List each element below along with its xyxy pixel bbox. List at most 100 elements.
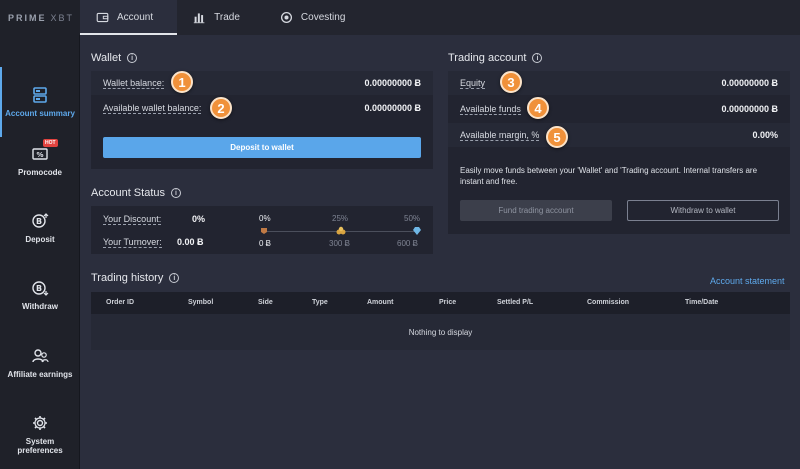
history-table-header: Order ID Symbol Side Type Amount Price S… (91, 292, 790, 314)
tier-pct-0: 0% (259, 214, 271, 223)
deposit-icon: B (32, 213, 49, 228)
history-table-empty: Nothing to display (91, 314, 790, 350)
tier-amount-0: 0 Ƀ (259, 239, 272, 248)
svg-text:B: B (36, 217, 42, 226)
logo-subtext: XBT (50, 12, 75, 23)
tab-account-label: Account (117, 12, 154, 23)
trading-history-title: Trading history i (91, 272, 180, 284)
sidebar-item-label: Promocode (17, 168, 62, 177)
withdraw-to-wallet-button[interactable]: Withdraw to wallet (627, 200, 779, 221)
deposit-to-wallet-button[interactable]: Deposit to wallet (103, 137, 421, 158)
trading-account-panel: Equity 0.00000000 Ƀ Available funds 0.00… (448, 71, 790, 234)
promocode-icon: % (32, 148, 48, 160)
available-margin-label[interactable]: Available margin, % (460, 130, 540, 141)
account-status-panel: Your Discount: 0% Your Turnover: 0.00 Ƀ … (91, 206, 433, 254)
equity-value: 0.00000000 Ƀ (721, 78, 778, 88)
empty-state-text: Nothing to display (408, 327, 473, 337)
available-margin-value: 0.00% (752, 130, 778, 140)
sidebar: Account summary % HOT Promocode B Deposi… (0, 35, 80, 469)
available-wallet-balance-row: Available wallet balance: 0.00000000 Ƀ (91, 96, 433, 120)
gold-tier-icon (336, 226, 346, 235)
bar-chart-icon (193, 13, 205, 24)
tab-covesting[interactable]: Covesting (264, 0, 369, 35)
available-funds-value: 0.00000000 Ƀ (721, 104, 778, 114)
bronze-tier-icon (261, 228, 267, 234)
account-status-title-text: Account Status (91, 187, 165, 199)
tab-covesting-label: Covesting (300, 12, 346, 23)
sidebar-item-affiliate-earnings[interactable]: Affiliate earnings (0, 335, 80, 391)
account-status-title: Account Status i (91, 187, 181, 199)
wallet-title-text: Wallet (91, 52, 122, 64)
available-funds-row: Available funds 0.00000000 Ƀ (448, 97, 790, 121)
tier-pct-2: 50% (404, 214, 421, 223)
discount-label[interactable]: Your Discount: (103, 214, 162, 225)
turnover-label[interactable]: Your Turnover: (103, 237, 162, 248)
account-statement-link[interactable]: Account statement (710, 276, 785, 286)
sidebar-item-label: Deposit (25, 235, 55, 244)
wallet-icon (96, 12, 109, 23)
fund-trading-account-button[interactable]: Fund trading account (460, 200, 612, 221)
sidebar-item-deposit[interactable]: B Deposit (0, 200, 80, 256)
column-commission[interactable]: Commission (587, 299, 629, 306)
column-time-date[interactable]: Time/Date (685, 299, 718, 306)
trading-history-title-text: Trading history (91, 272, 164, 284)
sidebar-item-account-summary[interactable]: Account summary (0, 67, 80, 137)
sidebar-item-withdraw[interactable]: B Withdraw (0, 267, 80, 323)
column-symbol[interactable]: Symbol (188, 299, 213, 306)
trading-account-title-text: Trading account (448, 52, 527, 64)
covesting-icon (280, 11, 292, 24)
column-price[interactable]: Price (439, 299, 456, 306)
discount-value: 0% (192, 214, 206, 224)
sidebar-item-label: System preferences (17, 436, 63, 455)
sidebar-item-label: Withdraw (22, 302, 58, 311)
marker-4: 4 (527, 97, 549, 119)
sidebar-item-label: Account summary (5, 109, 75, 118)
turnover-value: 0.00 Ƀ (177, 237, 204, 247)
gear-icon (33, 415, 47, 430)
svg-text:%: % (36, 151, 43, 159)
sidebar-item-system-preferences[interactable]: System preferences (0, 399, 80, 469)
column-side[interactable]: Side (258, 299, 273, 306)
tab-account[interactable]: Account (80, 0, 178, 35)
available-wallet-balance-value: 0.00000000 Ƀ (364, 103, 421, 113)
column-settled-pl[interactable]: Settled P/L (497, 299, 533, 306)
tier-pct-1: 25% (332, 214, 349, 223)
available-margin-row: Available margin, % 0.00% (448, 123, 790, 147)
sidebar-item-promocode[interactable]: % HOT Promocode (0, 133, 80, 189)
wallet-balance-row: Wallet balance: 0.00000000 Ƀ (91, 71, 433, 95)
sidebar-item-label: Affiliate earnings (7, 370, 73, 379)
column-order-id[interactable]: Order ID (106, 299, 134, 306)
column-type[interactable]: Type (312, 299, 328, 306)
account-summary-icon (33, 87, 47, 103)
info-icon[interactable]: i (127, 53, 138, 63)
marker-2: 2 (210, 97, 232, 119)
wallet-panel: Wallet balance: 0.00000000 Ƀ Available w… (91, 71, 433, 169)
equity-label[interactable]: Equity (460, 78, 486, 89)
marker-5: 5 (546, 126, 568, 148)
svg-text:B: B (36, 284, 42, 293)
marker-1: 1 (171, 71, 193, 93)
info-icon[interactable]: i (171, 188, 181, 198)
column-amount[interactable]: Amount (367, 299, 393, 306)
tier-amount-1: 300 Ƀ (329, 239, 350, 248)
info-icon[interactable]: i (532, 53, 543, 63)
top-bar: PRIME XBT Account Trade Covesting (0, 0, 800, 35)
withdraw-icon: B (32, 281, 49, 296)
tier-amount-2: 600 Ƀ (397, 239, 418, 248)
info-icon[interactable]: i (169, 273, 180, 283)
tab-trade[interactable]: Trade (177, 0, 264, 35)
transfer-description: Easily move funds between your 'Wallet' … (460, 166, 758, 186)
wallet-title: Wallet i (91, 52, 138, 64)
marker-3: 3 (500, 71, 522, 93)
tab-trade-label: Trade (214, 12, 240, 23)
affiliate-icon (32, 349, 49, 363)
trading-account-title: Trading account i (448, 52, 543, 64)
logo: PRIME XBT (0, 0, 80, 35)
diamond-tier-icon (413, 227, 421, 235)
wallet-balance-label[interactable]: Wallet balance: (103, 78, 165, 89)
available-wallet-balance-label[interactable]: Available wallet balance: (103, 103, 202, 114)
wallet-balance-value: 0.00000000 Ƀ (364, 78, 421, 88)
available-funds-label[interactable]: Available funds (460, 104, 521, 115)
hot-badge: HOT (43, 139, 58, 147)
logo-text: PRIME (8, 12, 47, 23)
